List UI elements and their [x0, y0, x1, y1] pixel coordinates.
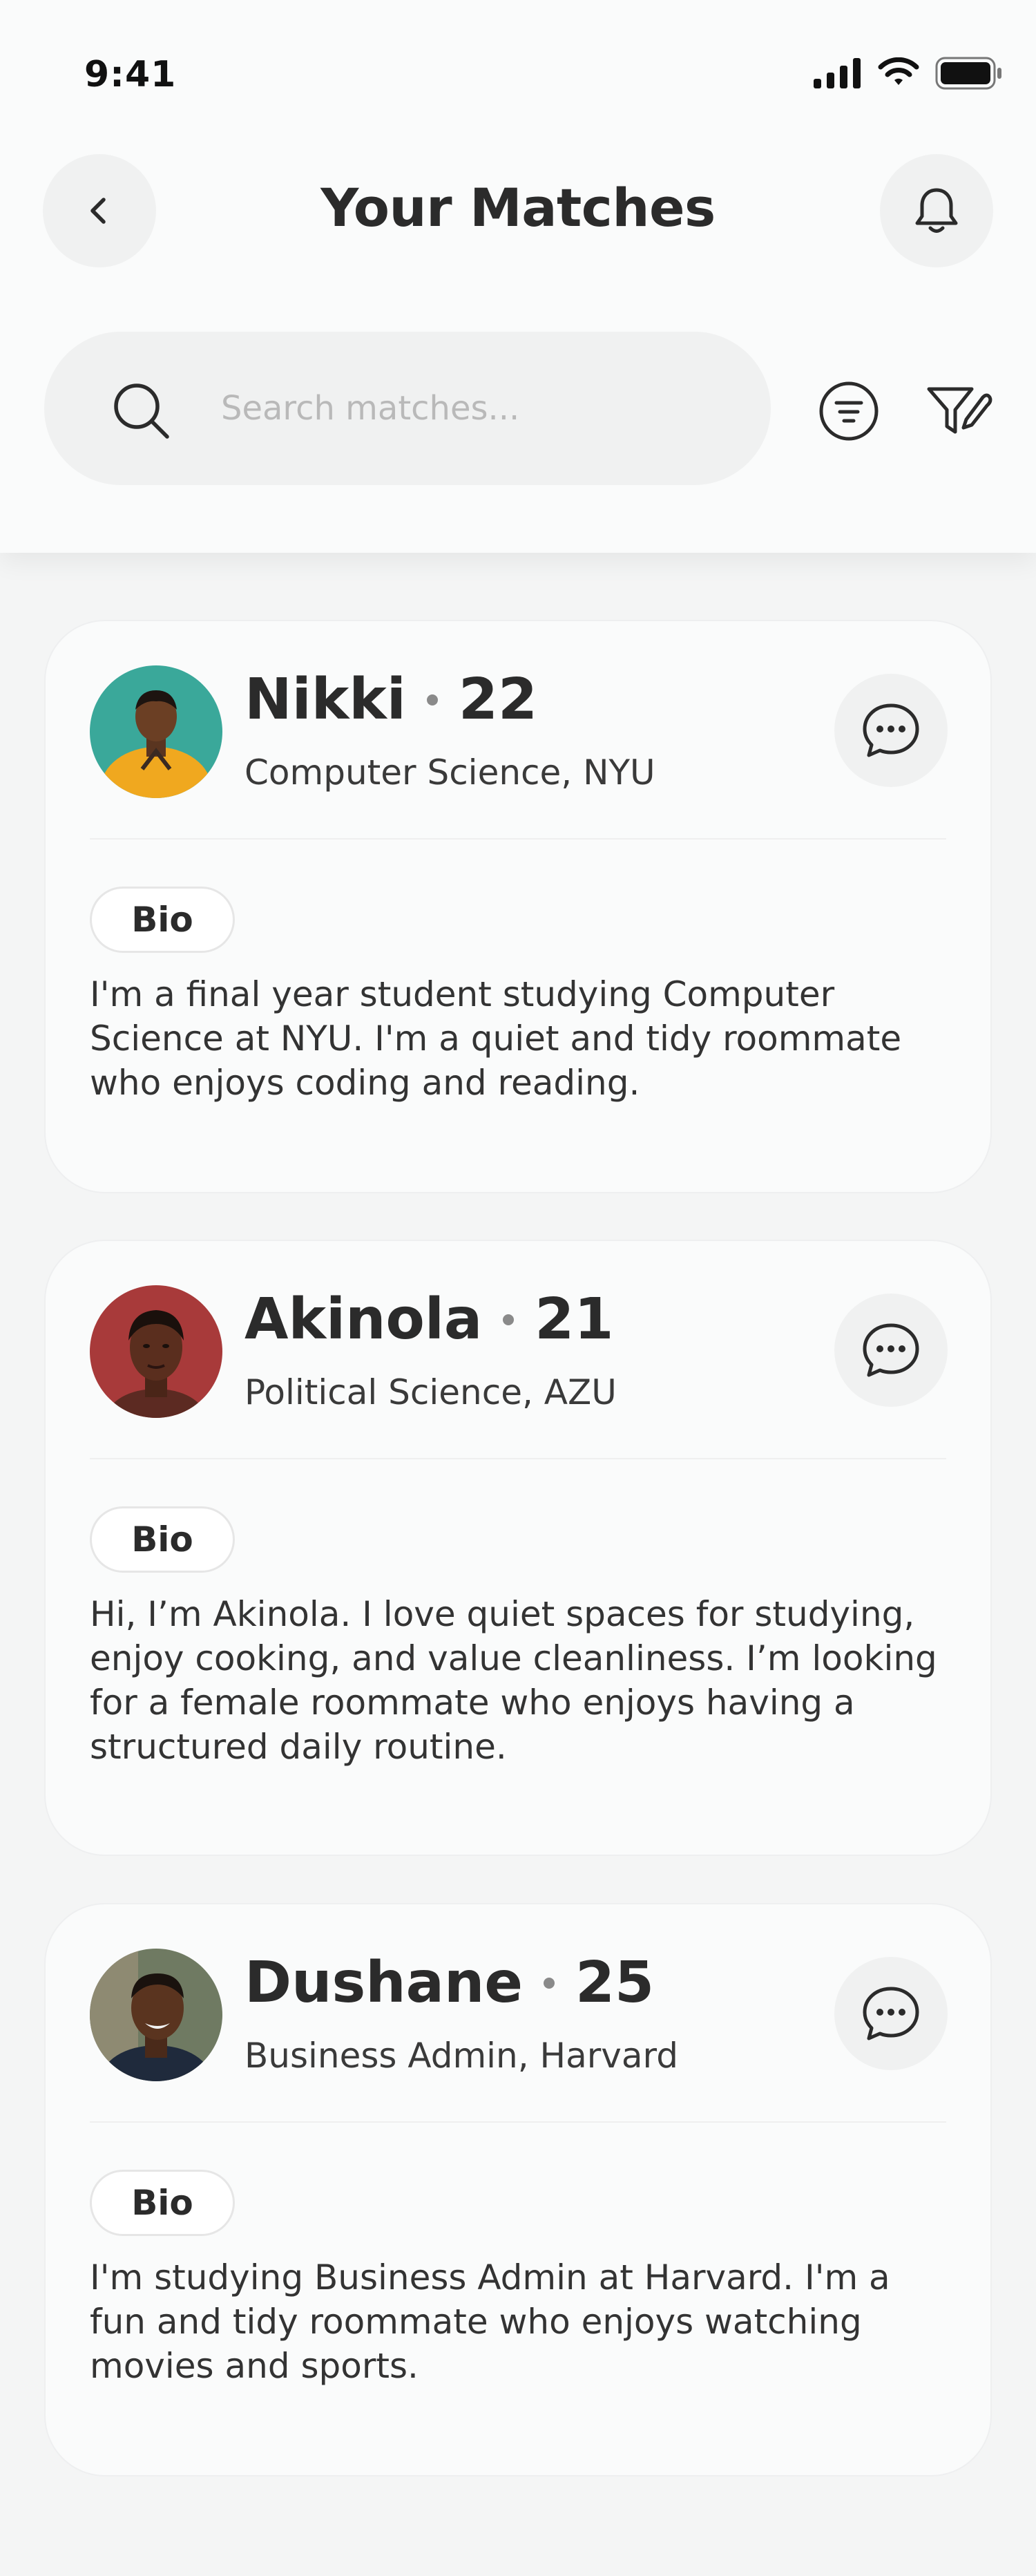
match-age: 25 — [575, 1950, 655, 2016]
status-time: 9:41 — [84, 54, 177, 95]
filter-icon — [927, 387, 992, 434]
avatar — [90, 1285, 222, 1418]
card-divider — [90, 1458, 946, 1459]
chat-button[interactable] — [834, 1294, 948, 1407]
match-card[interactable]: Akinola 21 Political Science, AZU Bio Hi… — [44, 1240, 992, 1856]
bio-label: Bio — [90, 2170, 235, 2236]
battery-icon — [935, 57, 1001, 90]
match-name: Nikki — [244, 667, 406, 732]
app-header: 9:41 Your Matches — [0, 0, 1036, 553]
status-bar: 9:41 — [0, 0, 1036, 138]
sort-lines-icon — [819, 381, 879, 441]
match-age: 22 — [458, 667, 538, 732]
match-school: Political Science, AZU — [244, 1372, 617, 1412]
bio-text: Hi, I’m Akinola. I love quiet spaces for… — [90, 1594, 937, 1767]
name-age-row: Dushane 25 — [244, 1950, 654, 2016]
card-divider — [90, 838, 946, 840]
match-name: Dushane — [244, 1950, 523, 2016]
cellular-signal-icon — [814, 58, 861, 88]
bio-label: Bio — [90, 887, 235, 953]
chat-button[interactable] — [834, 674, 948, 787]
match-school: Computer Science, NYU — [244, 752, 655, 793]
wifi-icon — [878, 57, 919, 85]
match-name: Akinola — [244, 1287, 483, 1352]
chat-button[interactable] — [834, 1957, 948, 2070]
match-school: Business Admin, Harvard — [244, 2036, 678, 2076]
match-card[interactable]: Nikki 22 Computer Science, NYU Bio I'm a… — [44, 620, 992, 1193]
bell-icon — [915, 188, 958, 233]
status-icons — [814, 57, 1003, 90]
sort-button[interactable] — [811, 373, 887, 449]
name-age-row: Nikki 22 — [244, 667, 537, 732]
name-age-row: Akinola 21 — [244, 1287, 613, 1352]
chat-bubble-icon — [863, 703, 919, 757]
separator-dot — [543, 1977, 555, 1989]
bio-text: I'm studying Business Admin at Harvard. … — [90, 2257, 890, 2386]
match-age: 21 — [535, 1287, 614, 1352]
search-input[interactable] — [221, 332, 746, 485]
search-bar[interactable] — [44, 332, 771, 485]
separator-dot — [503, 1314, 515, 1325]
separator-dot — [426, 694, 438, 705]
chat-bubble-icon — [863, 1323, 919, 1377]
search-icon — [114, 383, 169, 439]
notifications-button[interactable] — [880, 154, 993, 267]
bio-label: Bio — [90, 1506, 235, 1573]
avatar — [90, 665, 222, 798]
avatar — [90, 1949, 222, 2081]
bio-text: I'm a final year student studying Comput… — [90, 974, 902, 1103]
chat-bubble-icon — [863, 1987, 919, 2040]
card-divider — [90, 2121, 946, 2123]
match-card[interactable]: Dushane 25 Business Admin, Harvard Bio I… — [44, 1903, 992, 2476]
filter-button[interactable] — [920, 373, 996, 449]
